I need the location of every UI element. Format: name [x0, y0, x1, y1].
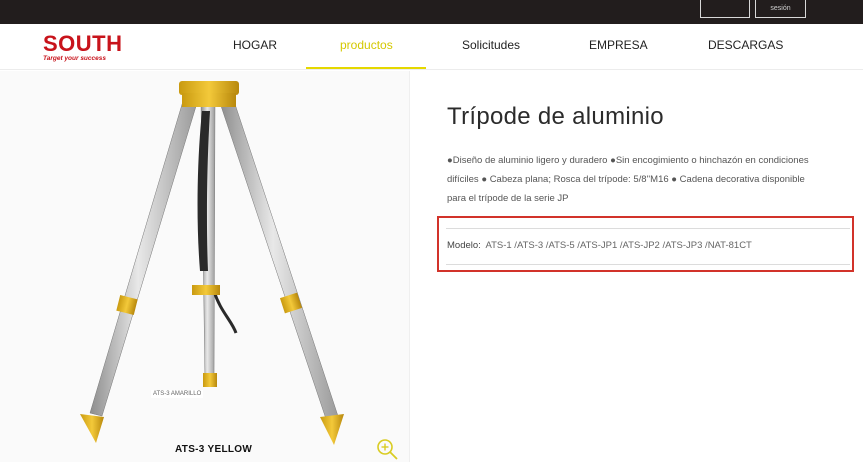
login-button[interactable]: sesión [755, 0, 806, 18]
image-caption: ATS-3 YELLOW [175, 444, 253, 455]
top-bar: sesión [0, 0, 863, 24]
model-label: Modelo: [447, 240, 481, 251]
logo-tagline: Target your success [43, 55, 106, 62]
product-title: Trípode de aluminio [447, 103, 664, 130]
model-value: ATS-1 /ATS-3 /ATS-5 /ATS-JP1 /ATS-JP2 /A… [485, 240, 752, 251]
nav-item-productos[interactable]: productos [340, 38, 393, 52]
product-models: Modelo: ATS-1 /ATS-3 /ATS-5 /ATS-JP1 /AT… [447, 240, 752, 251]
south-logo[interactable]: SOUTH Target your success [43, 31, 123, 63]
main-nav: SOUTH Target your success HOGAR producto… [0, 24, 863, 70]
nav-item-descargas[interactable]: DESCARGAS [708, 38, 783, 52]
image-variant-label: ATS-3 AMARILLO [151, 390, 204, 398]
product-image[interactable] [0, 71, 410, 462]
nav-item-solicitudes[interactable]: Solicitudes [462, 38, 520, 52]
product-description: ●Diseño de aluminio ligero y duradero ●S… [447, 155, 809, 204]
divider [446, 228, 850, 229]
tripod-illustration [80, 81, 344, 445]
nav-item-empresa[interactable]: EMPRESA [589, 38, 648, 52]
nav-active-indicator [306, 67, 426, 69]
zoom-in-icon[interactable] [375, 437, 401, 461]
logo-brand: SOUTH [43, 31, 123, 56]
register-button[interactable] [700, 0, 750, 18]
divider [446, 264, 850, 265]
nav-item-hogar[interactable]: HOGAR [233, 38, 277, 52]
